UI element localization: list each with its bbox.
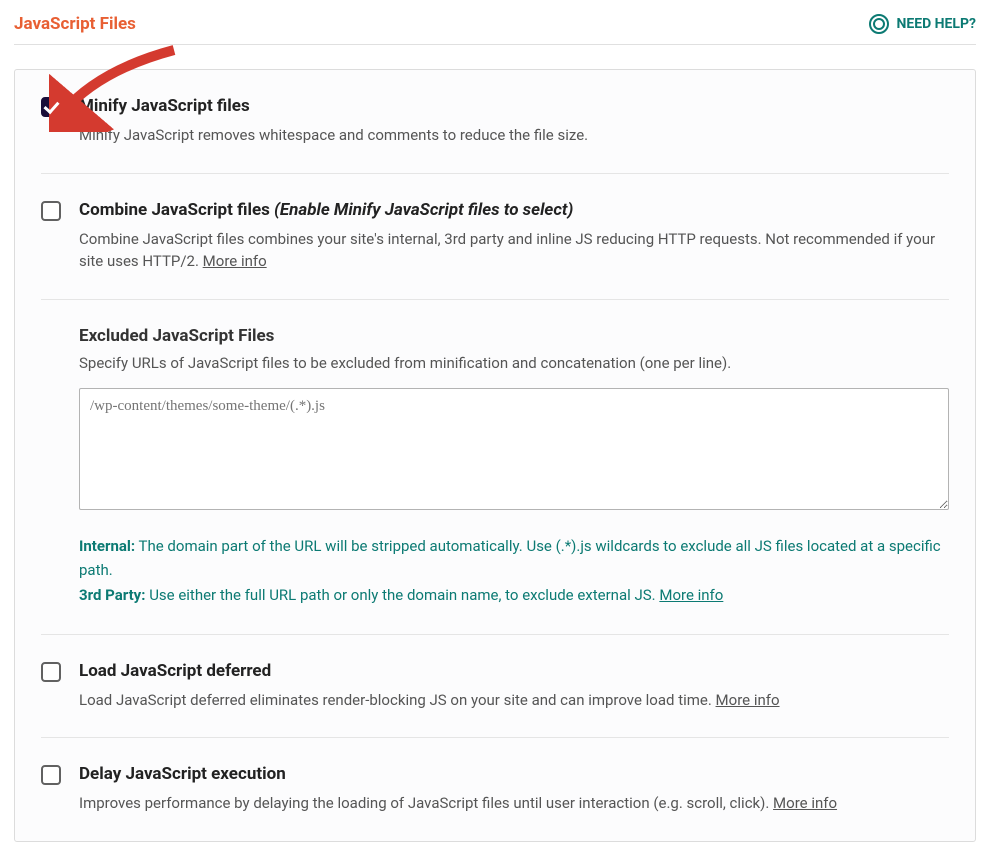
excluded-js-textarea[interactable] (79, 388, 949, 510)
help-icon (869, 14, 889, 34)
combine-js-title: Combine JavaScript files (Enable Minify … (79, 200, 949, 220)
combine-js-checkbox[interactable] (41, 201, 61, 221)
defer-js-desc: Load JavaScript deferred eliminates rend… (79, 689, 949, 712)
delay-js-more-info-link[interactable]: More info (773, 794, 837, 812)
hint-internal-label: Internal: (79, 537, 135, 555)
combine-js-desc: Combine JavaScript files combines your s… (79, 228, 949, 273)
combine-js-title-text: Combine JavaScript files (79, 200, 270, 220)
hint-third-label: 3rd Party: (79, 586, 145, 604)
combine-js-subtitle: (Enable Minify JavaScript files to selec… (274, 200, 573, 220)
defer-js-more-info-link[interactable]: More info (716, 691, 780, 709)
delay-js-checkbox[interactable] (41, 765, 61, 785)
delay-js-body: Delay JavaScript execution Improves perf… (79, 764, 949, 815)
excluded-js-title: Excluded JavaScript Files (79, 326, 949, 346)
need-help-label: NEED HELP? (896, 16, 976, 32)
minify-js-title: Minify JavaScript files (79, 96, 949, 116)
defer-js-checkbox[interactable] (41, 662, 61, 682)
js-files-panel: Minify JavaScript files Minify JavaScrip… (14, 69, 976, 842)
delay-js-desc: Improves performance by delaying the loa… (79, 792, 949, 815)
delay-js-desc-text: Improves performance by delaying the loa… (79, 794, 773, 812)
option-combine-js: Combine JavaScript files (Enable Minify … (41, 174, 949, 300)
option-delay-js: Delay JavaScript execution Improves perf… (41, 738, 949, 841)
section-header: JavaScript Files NEED HELP? (14, 14, 976, 45)
section-title: JavaScript Files (14, 14, 136, 34)
option-defer-js: Load JavaScript deferred Load JavaScript… (41, 635, 949, 739)
excluded-js-desc: Specify URLs of JavaScript files to be e… (79, 354, 949, 372)
minify-js-body: Minify JavaScript files Minify JavaScrip… (79, 96, 949, 147)
minify-js-checkbox[interactable] (41, 97, 61, 117)
option-minify-js: Minify JavaScript files Minify JavaScrip… (41, 70, 949, 174)
excluded-js-block: Excluded JavaScript Files Specify URLs o… (41, 300, 949, 635)
defer-js-body: Load JavaScript deferred Load JavaScript… (79, 661, 949, 712)
minify-js-desc: Minify JavaScript removes whitespace and… (79, 124, 949, 147)
hint-internal-text: The domain part of the URL will be strip… (79, 537, 941, 580)
excluded-js-more-info-link[interactable]: More info (659, 586, 723, 604)
defer-js-title: Load JavaScript deferred (79, 661, 949, 681)
delay-js-title: Delay JavaScript execution (79, 764, 949, 784)
combine-js-more-info-link[interactable]: More info (203, 252, 267, 270)
need-help-link[interactable]: NEED HELP? (869, 14, 976, 34)
defer-js-desc-text: Load JavaScript deferred eliminates rend… (79, 691, 716, 709)
excluded-js-hints: Internal: The domain part of the URL wil… (79, 534, 949, 608)
combine-js-body: Combine JavaScript files (Enable Minify … (79, 200, 949, 273)
hint-third-text: Use either the full URL path or only the… (145, 586, 659, 604)
